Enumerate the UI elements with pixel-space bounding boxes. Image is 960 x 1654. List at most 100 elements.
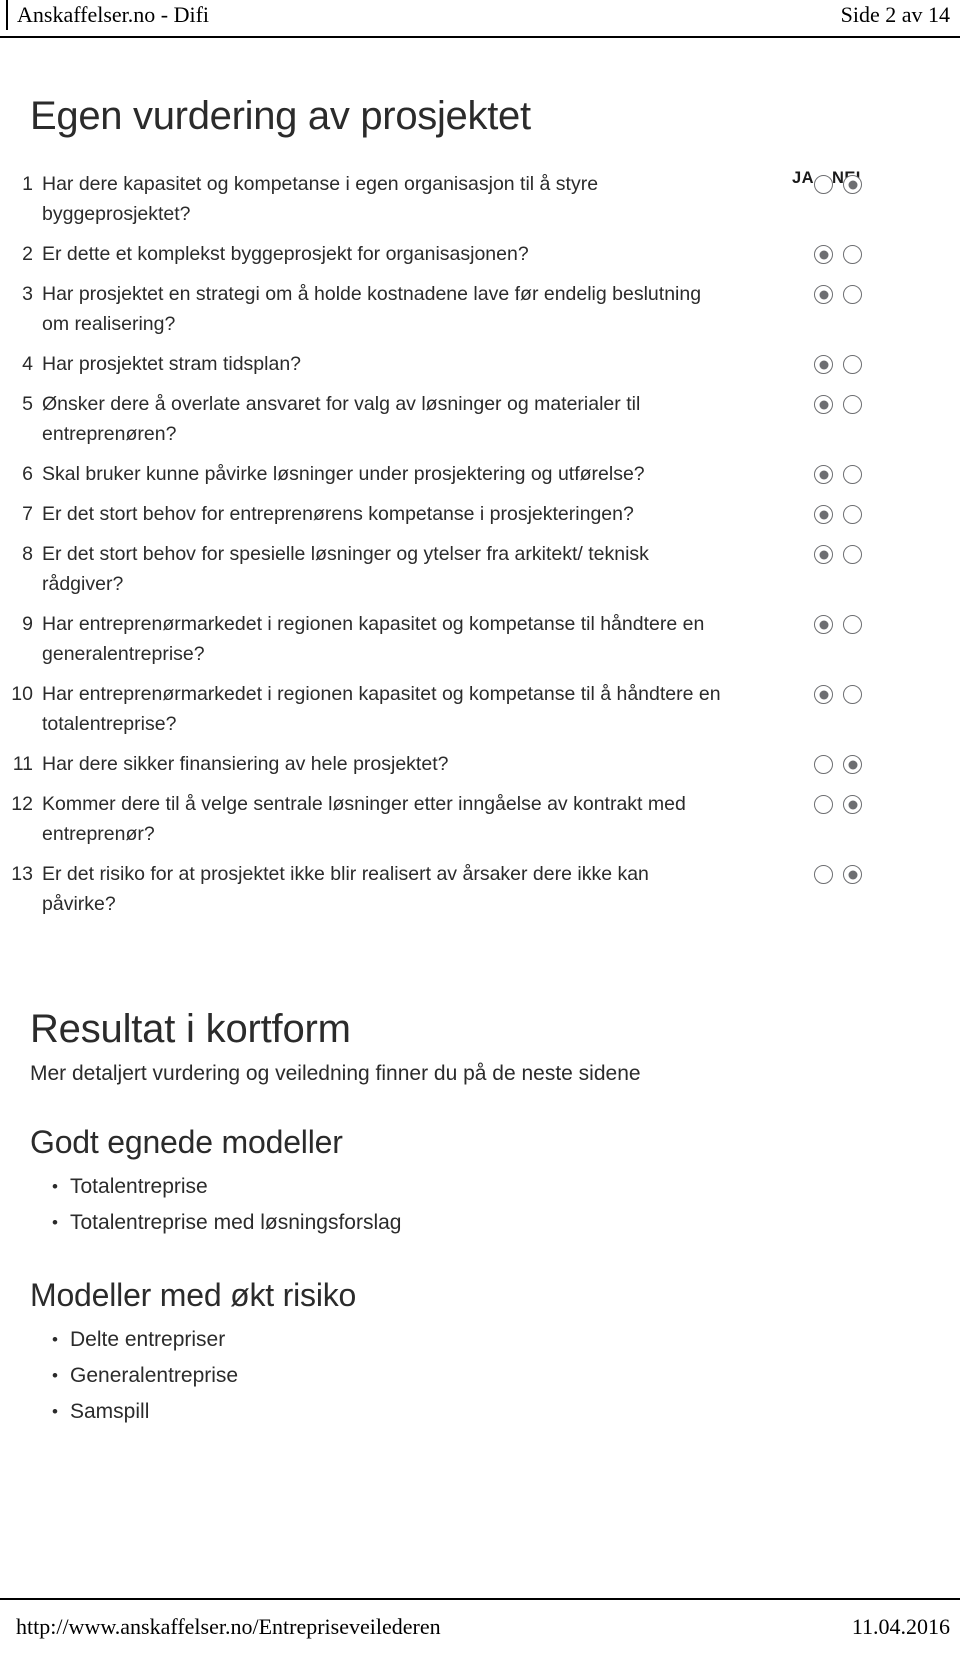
result-group-heading: Modeller med økt risiko <box>30 1277 357 1313</box>
question-row: 12 Kommer dere til å velge sentrale løsni… <box>0 789 960 859</box>
list-item: Samspill <box>30 1394 960 1430</box>
radio-no[interactable] <box>843 505 862 524</box>
header-page-number: Side 2 av 14 <box>840 2 950 27</box>
radio-no[interactable] <box>843 355 862 374</box>
question-text: Er dette et komplekst byggeprosjekt for … <box>42 243 529 265</box>
radio-no[interactable] <box>843 395 862 414</box>
question-list: 1 Har dere kapasitet og kompetanse i egen… <box>0 169 960 929</box>
question-number: 1 <box>22 173 33 195</box>
list-item: Totalentreprise med løsningsforslag <box>30 1205 960 1241</box>
answer-radio-group <box>814 685 890 704</box>
question-row: 4 Har prosjektet stram tidsplan? <box>0 349 960 389</box>
question-number: 3 <box>22 283 33 305</box>
question-row: 8 Er det stort behov for spesielle løsnin… <box>0 539 960 609</box>
radio-no[interactable] <box>843 465 862 484</box>
question-row: 5 Ønsker dere å overlate ansvaret for val… <box>0 389 960 459</box>
question-row: 7 Er det stort behov for entreprenørens k… <box>0 499 960 539</box>
radio-no[interactable] <box>843 755 862 774</box>
question-text: Har entreprenørmarkedet i regionen kapas… <box>42 683 721 735</box>
results-section: Resultat i kortform Mer detaljert vurder… <box>30 1007 960 1430</box>
question-number: 11 <box>12 753 33 775</box>
result-group-1: Modeller med økt risiko Delte entreprise… <box>30 1277 960 1430</box>
question-row: 9 Har entreprenørmarkedet i regionen kapa… <box>0 609 960 679</box>
question-number: 6 <box>22 463 33 485</box>
question-number: 13 <box>11 863 33 885</box>
list-item: Totalentreprise <box>30 1169 960 1205</box>
radio-yes[interactable] <box>814 685 833 704</box>
question-row: 11 Har dere sikker finansiering av hele p… <box>0 749 960 789</box>
question-text: Skal bruker kunne påvirke løsninger unde… <box>42 463 645 485</box>
radio-no[interactable] <box>843 615 862 634</box>
answer-radio-group <box>814 795 890 814</box>
radio-yes[interactable] <box>814 245 833 264</box>
radio-yes[interactable] <box>814 755 833 774</box>
radio-no[interactable] <box>843 545 862 564</box>
results-subtitle: Mer detaljert vurdering og veiledning fi… <box>30 1062 641 1085</box>
answer-radio-group <box>814 355 890 374</box>
question-text: Er det stort behov for spesielle løsning… <box>42 543 649 595</box>
answer-radio-group <box>814 285 890 304</box>
question-number: 8 <box>22 543 33 565</box>
answer-radio-group <box>814 465 890 484</box>
question-row: 10 Har entreprenørmarkedet i regionen kap… <box>0 679 960 749</box>
result-group-heading: Godt egnede modeller <box>30 1124 343 1160</box>
document-body: Egen vurdering av prosjektet JA NEI 1Har… <box>0 38 960 1466</box>
radio-no[interactable] <box>843 175 862 194</box>
result-group-list-0: Totalentreprise Totalentreprise med løsn… <box>30 1169 960 1241</box>
question-text: Ønsker dere å overlate ansvaret for valg… <box>42 393 641 445</box>
question-text: Er det risiko for at prosjektet ikke bli… <box>42 863 649 915</box>
question-text: Har prosjektet en strategi om å holde ko… <box>42 283 702 335</box>
radio-no[interactable] <box>843 685 862 704</box>
question-text: Kommer dere til å velge sentrale løsning… <box>42 793 686 845</box>
radio-yes[interactable] <box>814 505 833 524</box>
footer-date: 11.04.2016 <box>851 1614 950 1639</box>
radio-yes[interactable] <box>814 795 833 814</box>
radio-no[interactable] <box>843 285 862 304</box>
list-item: Generalentreprise <box>30 1358 960 1394</box>
radio-yes[interactable] <box>814 865 833 884</box>
question-number: 9 <box>22 613 33 635</box>
question-number: 12 <box>11 793 33 815</box>
radio-yes[interactable] <box>814 285 833 304</box>
question-row: 3 Har prosjektet en strategi om å holde k… <box>0 279 960 349</box>
question-number: 10 <box>11 683 33 705</box>
result-group-0: Godt egnede modeller Totalentreprise Tot… <box>30 1124 960 1241</box>
question-text: Har dere kapasitet og kompetanse i egen … <box>42 173 599 225</box>
page-running-footer: http://www.anskaffelser.no/Entreprisevei… <box>0 1598 960 1654</box>
question-text: Har prosjektet stram tidsplan? <box>42 353 302 375</box>
radio-yes[interactable] <box>814 465 833 484</box>
question-row: 1 Har dere kapasitet og kompetanse i egen… <box>0 169 960 239</box>
page-title: Egen vurdering av prosjektet <box>30 94 531 138</box>
radio-no[interactable] <box>843 865 862 884</box>
page-running-header: Anskaffelser.no - Difi Side 2 av 14 <box>0 0 960 38</box>
list-item: Delte entrepriser <box>30 1322 960 1358</box>
question-number: 5 <box>22 393 33 415</box>
answer-radio-group <box>814 545 890 564</box>
radio-no[interactable] <box>843 245 862 264</box>
question-text: Har entreprenørmarkedet i regionen kapas… <box>42 613 705 665</box>
radio-no[interactable] <box>843 795 862 814</box>
question-number: 2 <box>22 243 33 265</box>
radio-yes[interactable] <box>814 175 833 194</box>
header-source-label: Anskaffelser.no - Difi <box>6 0 209 30</box>
question-row: 2 Er dette et komplekst byggeprosjekt for… <box>0 239 960 279</box>
question-text: Har dere sikker finansiering av hele pro… <box>42 753 449 775</box>
answer-radio-group <box>814 615 890 634</box>
radio-yes[interactable] <box>814 395 833 414</box>
answer-radio-group <box>814 505 890 524</box>
radio-yes[interactable] <box>814 545 833 564</box>
question-number: 7 <box>22 503 33 525</box>
footer-url: http://www.anskaffelser.no/Entreprisevei… <box>16 1614 441 1639</box>
answer-radio-group <box>814 865 890 884</box>
radio-yes[interactable] <box>814 615 833 634</box>
self-assessment-questionnaire: JA NEI 1Har dere kapasitet og kompetanse… <box>0 169 960 929</box>
results-heading: Resultat i kortform <box>30 1007 351 1051</box>
question-row: 13 Er det risiko for at prosjektet ikke b… <box>0 859 960 929</box>
result-group-list-1: Delte entrepriser Generalentreprise Sams… <box>30 1322 960 1430</box>
radio-yes[interactable] <box>814 355 833 374</box>
question-number: 4 <box>22 353 33 375</box>
answer-radio-group <box>814 395 890 414</box>
answer-radio-group <box>814 175 890 194</box>
question-row: 6 Skal bruker kunne påvirke løsninger und… <box>0 459 960 499</box>
answer-radio-group <box>814 755 890 774</box>
